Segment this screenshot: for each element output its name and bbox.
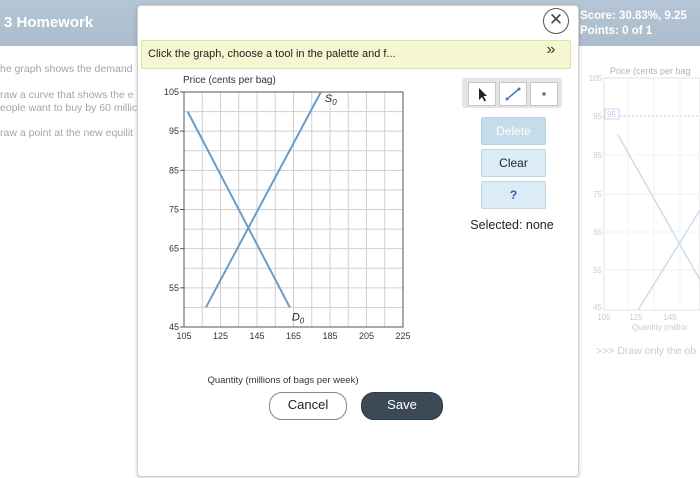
clear-button[interactable]: Clear — [481, 149, 546, 177]
double-chevron-down-icon: » — [546, 41, 556, 58]
score-text: Score: 30.83%, 9.25 — [580, 10, 687, 22]
series-label-s0: S0 — [325, 93, 337, 107]
question-line-2: raw a curve that shows the e — [0, 89, 134, 101]
score-panel: Score: 30.83%, 9.25 Points: 0 of 1 — [580, 9, 687, 39]
points-text: Points: 0 of 1 — [580, 25, 653, 37]
y-tick-label: 105 — [164, 87, 179, 97]
line-tool[interactable] — [499, 82, 527, 106]
y-tick-label: 95 — [169, 126, 179, 136]
bg-xtick: 145 — [663, 313, 677, 322]
y-tick-label: 55 — [169, 283, 179, 293]
pointer-tool[interactable] — [468, 82, 496, 106]
graph-area[interactable]: Price (cents per bag) 105958575655545 10… — [150, 70, 440, 390]
bg-ytick: 95 — [593, 112, 602, 121]
bg-xtick: 125 — [629, 313, 643, 322]
line-tool-icon — [506, 88, 520, 100]
bg-chart-xtitle: Quantity (millior — [632, 323, 688, 332]
y-tick-label: 85 — [169, 165, 179, 175]
pointer-tool-icon — [479, 88, 487, 102]
help-button[interactable]: ? — [481, 181, 546, 209]
bg-ytick: 55 — [593, 266, 602, 275]
background-chart: Price (cents per bag 105 95 85 75 65 55 … — [589, 66, 700, 332]
chart-ylabel: Price (cents per bag) — [183, 75, 276, 86]
x-tick-label: 225 — [395, 331, 410, 341]
bg-ytick: 45 — [593, 303, 602, 312]
x-tick-label: 205 — [359, 331, 374, 341]
cancel-button[interactable]: Cancel — [269, 392, 347, 420]
point-tool[interactable] — [530, 82, 558, 106]
x-tick-label: 185 — [322, 331, 337, 341]
bg-ytick: 105 — [589, 74, 603, 83]
series-line-s0[interactable] — [205, 91, 322, 308]
bg-demand-line — [617, 134, 700, 281]
question-line-4: raw a point at the new equilit — [0, 127, 134, 139]
bg-chart-ytitle: Price (cents per bag — [610, 66, 691, 76]
question-line-3: eople want to buy by 60 millic — [0, 102, 138, 114]
question-line-1: he graph shows the demand — [0, 63, 133, 75]
save-button[interactable]: Save — [361, 392, 443, 420]
bg-ytick: 65 — [593, 228, 602, 237]
point-tool-icon — [542, 92, 546, 96]
x-tick-label: 165 — [286, 331, 301, 341]
x-tick-label: 145 — [249, 331, 264, 341]
x-tick-label: 125 — [213, 331, 228, 341]
instruction-text: Click the graph, choose a tool in the pa… — [148, 48, 396, 60]
homework-title: 3 Homework — [4, 14, 94, 31]
chart-xlabel: Quantity (millions of bags per week) — [207, 375, 358, 386]
selected-status: Selected: none — [470, 218, 554, 232]
close-button[interactable]: ✕ — [543, 8, 569, 34]
instruction-bar: Click the graph, choose a tool in the pa… — [141, 40, 571, 69]
close-icon: ✕ — [548, 10, 564, 29]
hint-text: >>> Draw only the ob — [596, 345, 697, 357]
expand-button[interactable]: » — [539, 38, 563, 62]
delete-button[interactable]: Delete — [481, 117, 546, 145]
series-label-d0: D0 — [292, 311, 305, 325]
x-tick-label: 105 — [176, 331, 191, 341]
bg-xtick: 105 — [597, 313, 611, 322]
chart-grid — [183, 91, 404, 328]
y-tick-label: 65 — [169, 244, 179, 254]
bg-ytick: 85 — [593, 151, 602, 160]
y-tick-label: 75 — [169, 205, 179, 215]
bg-price-label: 95 — [607, 110, 616, 119]
tool-palette — [462, 78, 562, 108]
bg-ytick: 75 — [593, 190, 602, 199]
